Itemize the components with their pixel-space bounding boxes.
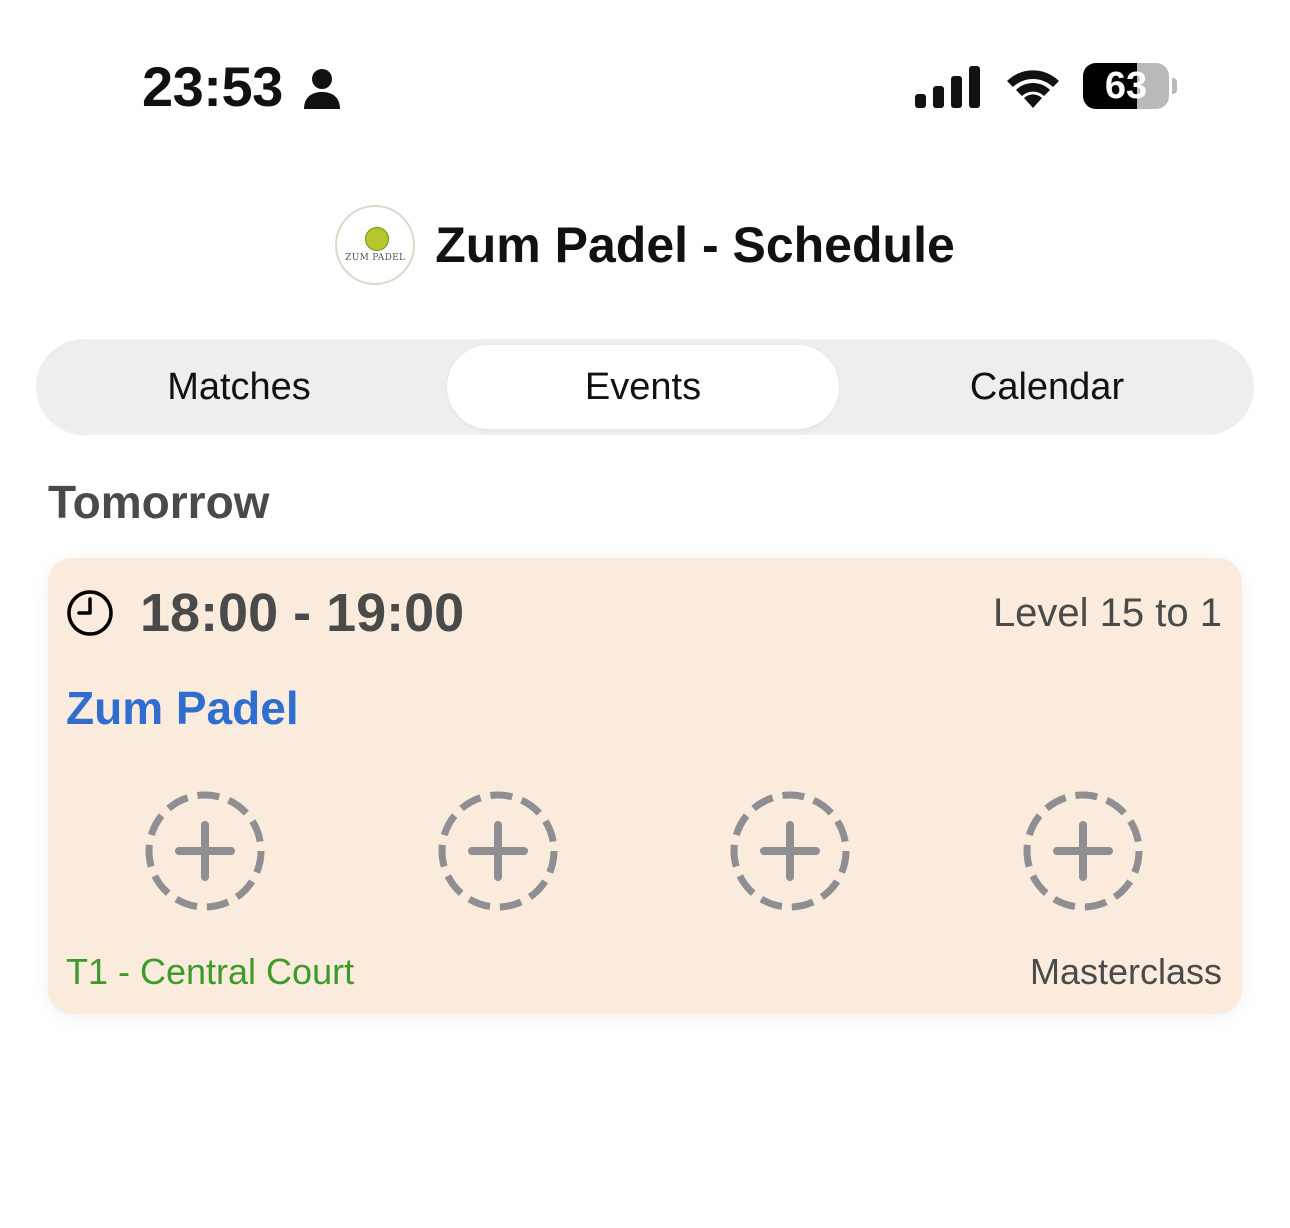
status-bar: 23:53 63: [0, 0, 1290, 150]
add-player-slot-icon[interactable]: [729, 790, 851, 912]
section-title-tomorrow: Tomorrow: [48, 476, 270, 528]
battery-level-text: 63: [1104, 65, 1148, 107]
status-time: 23:53: [142, 55, 283, 118]
event-type: Masterclass: [1029, 951, 1222, 992]
clock-icon: [67, 590, 113, 636]
padel-ball-icon: [365, 227, 390, 251]
cellular-signal-icon: [915, 66, 980, 108]
page-header: ZUM PADEL Zum Padel - Schedule: [0, 200, 1290, 290]
tab-calendar[interactable]: Calendar: [851, 345, 1243, 429]
club-name-link[interactable]: Zum Padel: [66, 680, 299, 736]
wifi-icon: [1007, 70, 1059, 108]
battery-body: 63: [1083, 63, 1169, 109]
event-level: Level 15 to 1: [992, 591, 1222, 635]
add-player-slot-icon[interactable]: [144, 790, 266, 912]
battery-tip: [1172, 78, 1177, 94]
event-card[interactable]: 18:00 - 19:00 Level 15 to 1 Zum Padel T1…: [48, 558, 1242, 1014]
tab-matches[interactable]: Matches: [43, 345, 435, 429]
person-icon: [304, 69, 340, 109]
page-title: Zum Padel - Schedule: [435, 217, 955, 273]
event-court: T1 - Central Court: [66, 951, 355, 992]
add-player-slot-icon[interactable]: [437, 790, 559, 912]
zum-padel-logo: ZUM PADEL: [335, 205, 416, 285]
tab-events[interactable]: Events: [447, 345, 839, 429]
schedule-tabs: Matches Events Calendar: [36, 339, 1254, 435]
battery-icon: 63: [1083, 63, 1177, 109]
logo-text: ZUM PADEL: [345, 253, 406, 263]
add-player-slot-icon[interactable]: [1022, 790, 1144, 912]
event-time-range: 18:00 - 19:00: [140, 583, 465, 643]
